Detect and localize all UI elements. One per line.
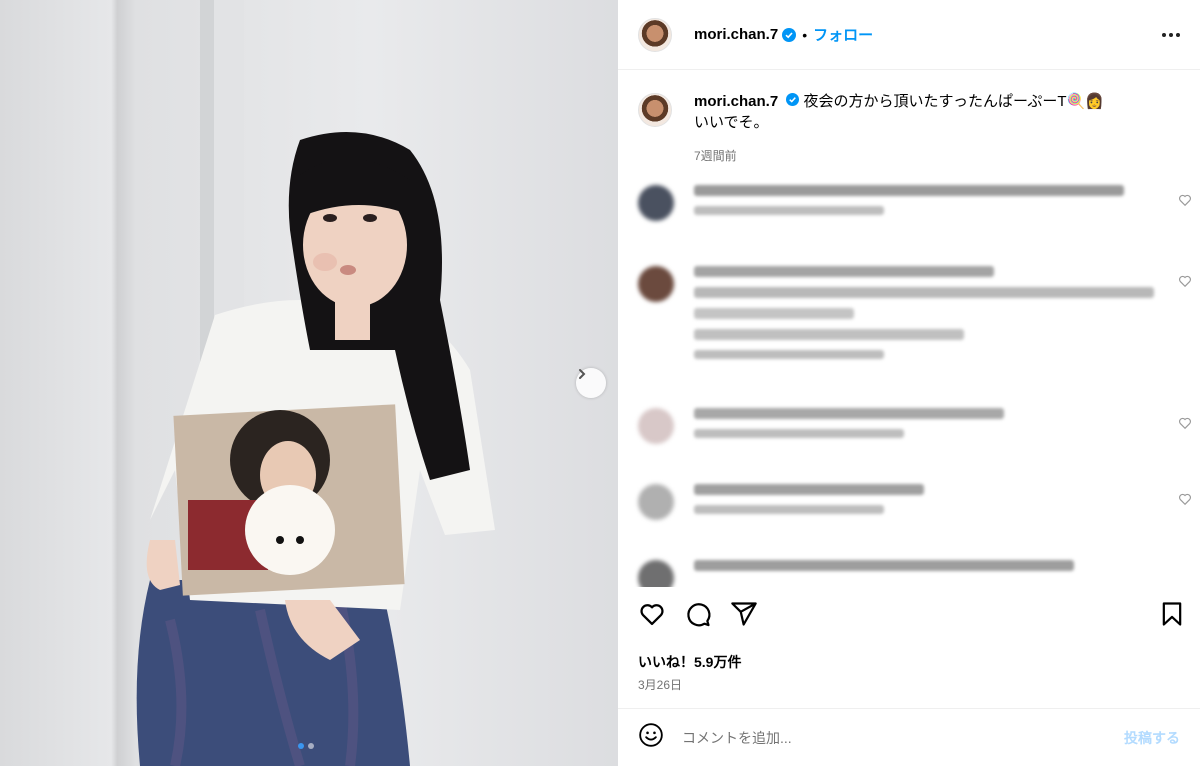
verified-badge-icon: [782, 27, 797, 42]
carousel-indicator: [298, 743, 314, 749]
list-item: [638, 560, 1198, 587]
avatar[interactable]: [638, 484, 674, 520]
carousel-dot-active: [298, 743, 304, 749]
header-separator: •: [802, 26, 808, 43]
avatar[interactable]: [638, 185, 674, 221]
list-item: [638, 266, 1198, 359]
next-photo-button[interactable]: [576, 368, 606, 398]
comment-meta: [694, 350, 884, 359]
post-side-panel: mori.chan.7 • フォロー mori.chan.7 夜会の方から頂いた…: [618, 0, 1200, 766]
add-comment-bar: 投稿する: [618, 708, 1200, 766]
comment-icon[interactable]: [684, 600, 712, 633]
comment-text: [694, 185, 1124, 196]
post-photo[interactable]: [0, 0, 618, 766]
comment-text: [694, 308, 854, 319]
list-item: [638, 484, 1198, 520]
carousel-dot: [308, 743, 314, 749]
emoji-icon[interactable]: [638, 722, 664, 753]
likes-count[interactable]: いいね！5.9万件: [638, 652, 741, 672]
heart-icon[interactable]: [1178, 492, 1192, 511]
comment-text: [694, 329, 964, 340]
photo-image: [136, 0, 495, 766]
more-options-icon[interactable]: [1162, 32, 1180, 37]
comment-meta: [694, 206, 884, 215]
comments-list[interactable]: mori.chan.7 夜会の方から頂いたすったんぱーぷーT🍭👩 いいでそ。 7…: [618, 71, 1200, 587]
heart-icon[interactable]: [1178, 416, 1192, 435]
comment-text: [694, 560, 1074, 571]
post-comment-button[interactable]: 投稿する: [1124, 728, 1180, 748]
author-username[interactable]: mori.chan.7: [694, 26, 778, 43]
comment-text: [694, 484, 924, 495]
avatar[interactable]: [638, 560, 674, 587]
author-avatar[interactable]: [638, 17, 672, 52]
follow-button[interactable]: フォロー: [813, 24, 873, 45]
bookmark-icon[interactable]: [1158, 600, 1186, 633]
heart-icon[interactable]: [1178, 274, 1192, 293]
avatar[interactable]: [638, 266, 674, 302]
post-header: mori.chan.7 • フォロー: [618, 0, 1200, 70]
caption-text-line2: いいでそ。: [694, 114, 769, 131]
caption-text: 夜会の方から頂いたすったんぱーぷーT🍭👩: [803, 93, 1104, 110]
list-item: [638, 185, 1198, 221]
heart-icon[interactable]: [638, 600, 666, 633]
post-caption: mori.chan.7 夜会の方から頂いたすったんぱーぷーT🍭👩 いいでそ。 7…: [638, 91, 1154, 164]
post-actions: [638, 598, 1186, 634]
caption-username[interactable]: mori.chan.7: [694, 93, 778, 110]
comment-input[interactable]: [682, 729, 1082, 746]
comment-meta: [694, 505, 884, 514]
verified-badge-icon: [786, 93, 800, 106]
comment-meta: [694, 429, 904, 438]
post-date[interactable]: 3月26日: [638, 676, 682, 693]
send-icon[interactable]: [730, 600, 758, 633]
comment-text: [694, 408, 1004, 419]
comment-text: [694, 266, 994, 277]
caption-avatar[interactable]: [638, 93, 672, 127]
list-item: [638, 408, 1198, 444]
avatar[interactable]: [638, 408, 674, 444]
heart-icon[interactable]: [1178, 193, 1192, 212]
comment-text: [694, 287, 1154, 298]
caption-timestamp[interactable]: 7週間前: [694, 147, 1154, 164]
